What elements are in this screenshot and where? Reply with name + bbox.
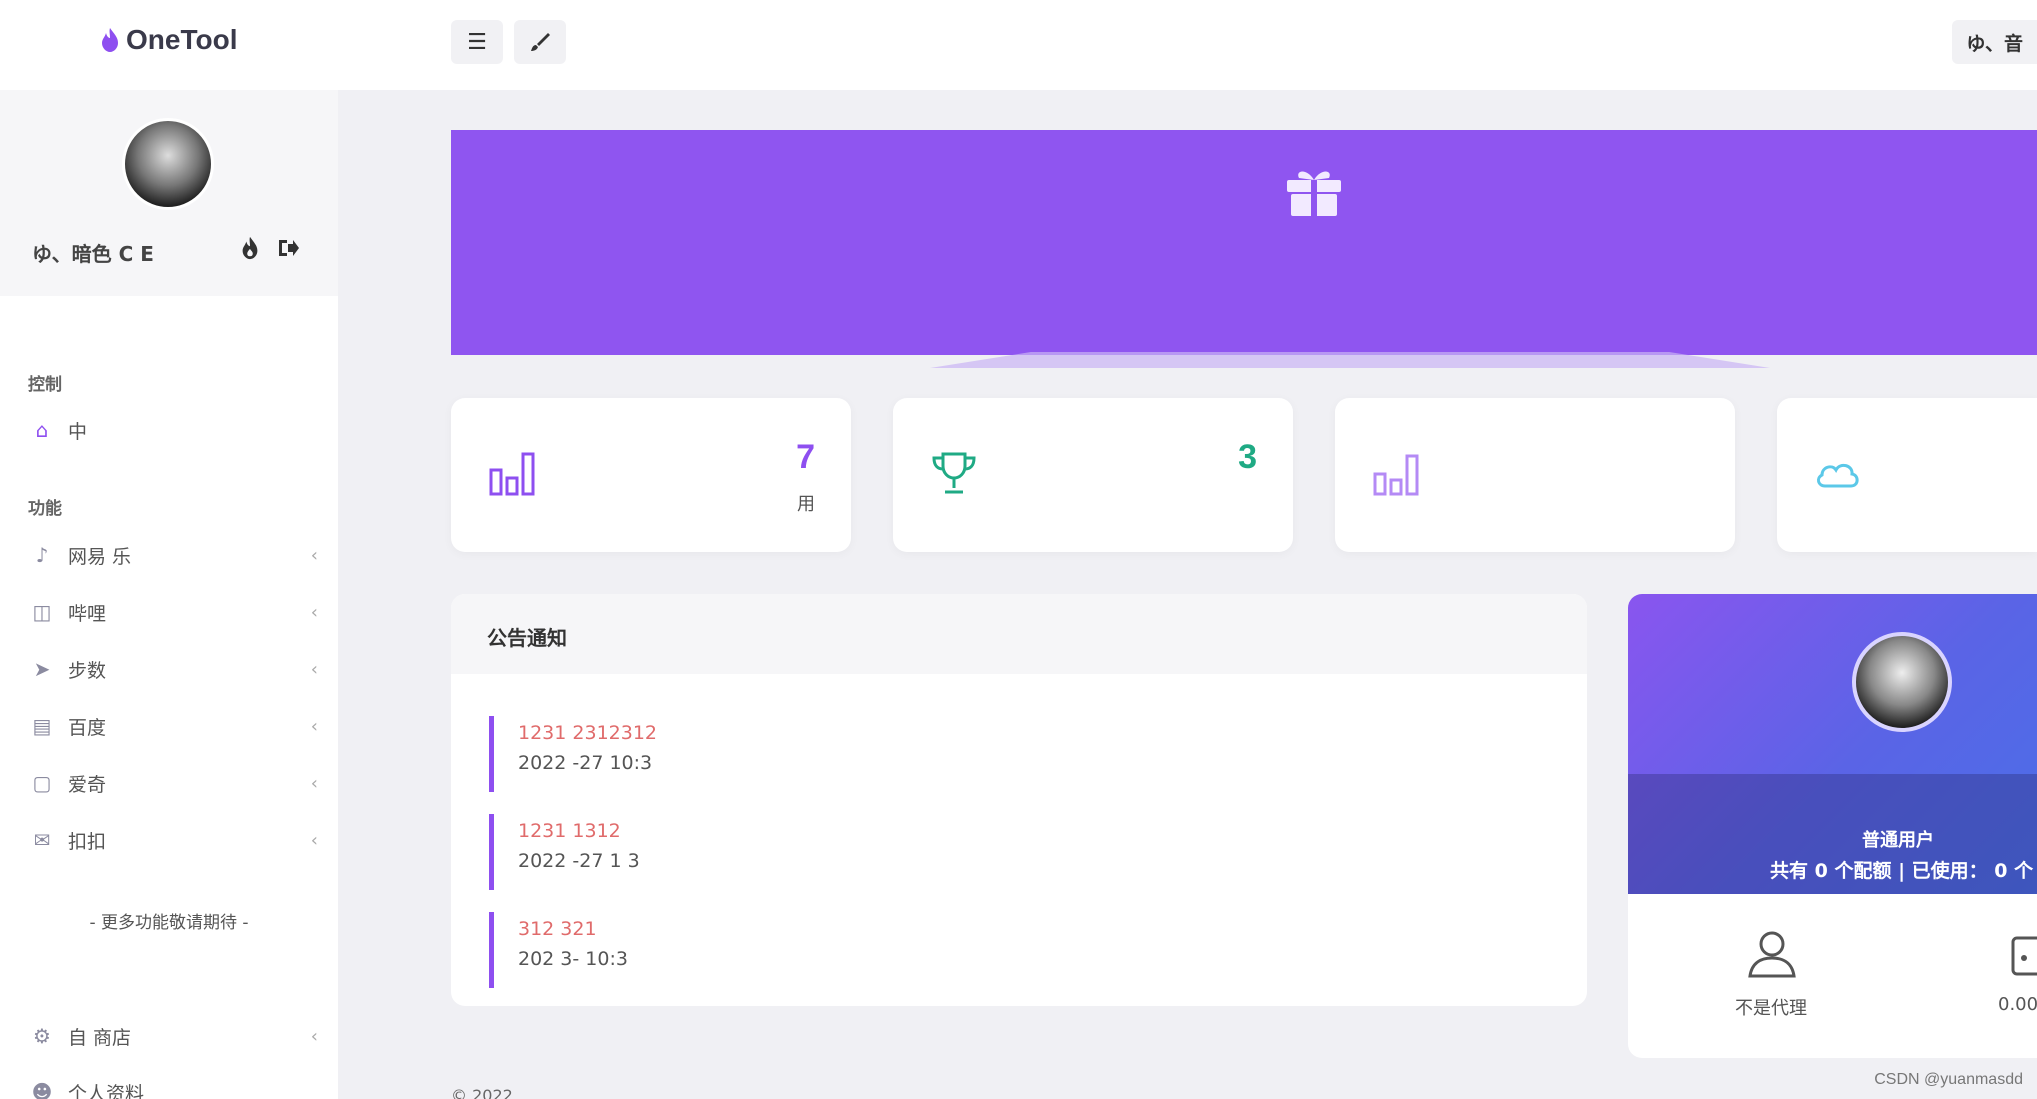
sidebar-item-qq[interactable]: ✉ 扣扣 ‹ [28, 820, 318, 860]
video-icon: ◫ [32, 600, 52, 624]
notice-item-title: 1231 2312312 [518, 722, 658, 744]
welcome-banner [451, 130, 2037, 355]
chevron-left-icon: ‹ [310, 544, 318, 566]
brand-name: OneTool [126, 24, 238, 55]
home-icon: ⌂ [35, 418, 49, 442]
sidebar-item-shop[interactable]: ⚙ 自 商店 ‹ [28, 1016, 318, 1056]
sidebar-profile: ゆ、暗色 C E [0, 90, 338, 296]
chevron-left-icon: ‹ [310, 658, 318, 680]
brand-logo[interactable]: OneTool [100, 24, 237, 56]
stat-label: 用 [797, 494, 815, 515]
stat-card-users: 7 用 [451, 398, 851, 552]
chevron-left-icon: ‹ [310, 715, 318, 737]
menu-toggle-button[interactable]: ☰ [451, 20, 503, 64]
notice-item-title: 1231 1312 [518, 820, 621, 842]
profile-name: ゆ、暗色 C E [32, 242, 154, 266]
chevron-left-icon: ‹ [310, 1025, 318, 1047]
wallet-icon [2011, 936, 2037, 976]
hamburger-icon: ☰ [467, 29, 487, 55]
sidebar-item-profile[interactable]: ☻ 个人资料 [28, 1072, 318, 1099]
sidebar-item-label: 中 [68, 420, 88, 443]
user-chip-label: ゆ、音 [1966, 32, 2023, 55]
flame-icon[interactable] [240, 236, 260, 260]
trophy-icon [932, 452, 976, 494]
avatar[interactable] [122, 118, 214, 210]
stat-card-4 [1777, 398, 2037, 552]
watermark: CSDN @yuanmasdd [1874, 1071, 2023, 1088]
sidebar-item-iqiyi[interactable]: ▢ 爱奇 ‹ [28, 763, 318, 803]
bar-chart-icon [1373, 454, 1419, 496]
user-quota: 共有 0 个配额 | 已使用： 0 个 [1770, 860, 2034, 882]
notice-item[interactable]: 1231 1312 2022 -27 1 3 [489, 814, 1089, 890]
gift-icon [1287, 171, 1341, 216]
notice-item-date: 2022 -27 1 3 [518, 850, 640, 872]
sidebar-item-home[interactable]: ⌂ 中 [28, 410, 318, 450]
logout-icon[interactable] [276, 236, 300, 260]
chat-icon: ✉ [33, 828, 51, 852]
sidebar-item-label: 个人资料 [68, 1082, 145, 1099]
chevron-left-icon: ‹ [310, 829, 318, 851]
sidebar-item-label: 百度 [68, 716, 107, 739]
sidebar-item-bilibili[interactable]: ◫ 哔哩 ‹ [28, 592, 318, 632]
cloud-icon [1816, 463, 1859, 488]
notice-card: 公告通知 1231 2312312 2022 -27 10:3 1231 131… [451, 594, 1587, 1006]
user-menu-chip[interactable]: ゆ、音 [1952, 20, 2037, 64]
notice-item[interactable]: 1231 2312312 2022 -27 10:3 [489, 716, 1089, 792]
banner-shadow [930, 352, 1770, 368]
sidebar-item-steps[interactable]: ➤ 步数 ‹ [28, 649, 318, 689]
flame-icon [102, 28, 118, 52]
user-role: 普通用户 [1862, 830, 1934, 851]
stat-card-2: 3 [893, 398, 1293, 552]
avatar[interactable] [1852, 632, 1952, 732]
balance-value: 0.00 [1998, 994, 2037, 1015]
sidebar-item-baidu[interactable]: ▤ 百度 ‹ [28, 706, 318, 746]
notice-item-date: 2022 -27 10:3 [518, 752, 653, 774]
theme-button[interactable] [514, 20, 566, 64]
sidebar-item-label: 哔哩 [68, 602, 107, 625]
chevron-left-icon: ‹ [310, 772, 318, 794]
user-card: 普通用户 共有 0 个配额 | 已使用： 0 个 不是代理 0.00 [1628, 594, 2037, 1058]
chevron-left-icon: ‹ [310, 601, 318, 623]
notice-item-date: 202 3- 10:3 [518, 948, 628, 970]
user-icon: ☻ [31, 1080, 53, 1099]
brush-icon [531, 33, 550, 51]
sidebar-item-label: 步数 [68, 659, 107, 682]
stat-value: 7 [796, 438, 815, 476]
music-icon: ♪ [35, 543, 49, 567]
notice-item[interactable]: 312 321 202 3- 10:3 [489, 912, 1089, 988]
sidebar-item-label: 爱奇 [68, 773, 107, 796]
top-bar: OneTool ☰ ゆ、音 [0, 0, 2037, 90]
agent-status: 不是代理 [1735, 998, 1807, 1019]
book-icon: ▤ [32, 714, 52, 738]
tv-icon: ▢ [32, 771, 52, 795]
more-coming-text: - 更多功能敬请期待 - [89, 913, 249, 933]
stat-value: 3 [1238, 438, 1257, 476]
footer-copyright: © 2022 [451, 1086, 513, 1099]
section-title-features: 功能 [28, 499, 62, 519]
section-title-control: 控制 [28, 375, 62, 395]
sidebar-item-label: 扣扣 [68, 830, 107, 853]
sidebar-item-netease-music[interactable]: ♪ 网易 乐 ‹ [28, 535, 318, 575]
user-icon [1748, 931, 1796, 978]
notice-title: 公告通知 [451, 594, 1587, 674]
sidebar-item-label: 网易 乐 [68, 545, 132, 568]
stat-card-3 [1335, 398, 1735, 552]
sidebar-item-label: 自 商店 [68, 1026, 132, 1049]
shop-icon: ⚙ [33, 1024, 51, 1048]
bar-chart-icon [489, 452, 535, 496]
sidebar: ゆ、暗色 C E 控制 ⌂ 中 功能 ♪ 网易 乐 ‹ ◫ 哔哩 ‹ ➤ 步数 … [0, 90, 338, 1099]
rocket-icon: ➤ [33, 657, 51, 681]
notice-item-title: 312 321 [518, 918, 597, 940]
